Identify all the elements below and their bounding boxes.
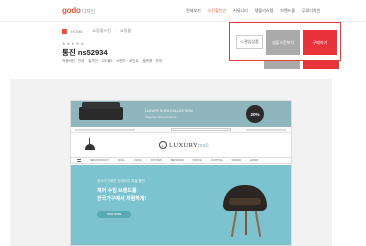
preview-banner-text: LUXURY SOFA COLLECTION <box>145 109 193 113</box>
preview-util-right <box>246 128 286 131</box>
site-logo[interactable]: godo디자인 <box>62 6 95 15</box>
meta-solution: 솔루션 : 고도몰5 <box>88 59 113 63</box>
preview-hero: 한국가구대전 인테리어 특별 할인 체어 수입 브랜드를 한국가구에서 저렴하게… <box>71 165 291 245</box>
skin-preview[interactable]: LUXURY SOFA COLLECTION Premium living fu… <box>70 100 292 246</box>
breadcrumb: HOME › 쇼핑몰스킨 › 쇼핑몰 <box>62 28 131 34</box>
top-header: godo디자인 전체보기 스킨할인인 커뮤니티 템플리스템 브랜드몰 무료디자인 <box>0 0 366 22</box>
buy-button-shadow <box>303 61 339 69</box>
meta-version: 적용버전 : 전체 <box>62 59 85 63</box>
preview-menu-item: OFFICE <box>192 159 202 162</box>
nav-item-all[interactable]: 전체보기 <box>186 8 201 14</box>
bookmark-button[interactable]: ☆관심상품 <box>236 35 263 49</box>
logo-main-text: godo <box>62 6 81 15</box>
preview-menu-item: LIVING <box>133 159 142 162</box>
nav-item-brand[interactable]: 브랜드몰 <box>280 8 295 14</box>
hero-line-2: 체어 수입 브랜드를 <box>97 188 137 194</box>
product-meta: 적용버전 : 전체 솔루션 : 고도몰5 브랜드 : 포인트 플랫폼 : 전체 <box>62 59 162 64</box>
main-nav: 전체보기 스킨할인인 커뮤니티 템플리스템 브랜드몰 무료디자인 <box>186 8 320 14</box>
preview-logo: L LUXURYmall <box>159 141 209 149</box>
breadcrumb-item[interactable]: 쇼핑몰스킨 <box>92 28 110 34</box>
preview-menu-item: LIGHTING <box>210 159 223 162</box>
preview-logo-mark: L <box>159 141 167 149</box>
menu-icon <box>77 159 81 162</box>
breadcrumb-separator: › <box>114 28 117 34</box>
sample-skin-button[interactable]: 샘플스킨보기 <box>266 30 300 55</box>
nav-item-template[interactable]: 템플리스템 <box>255 8 273 14</box>
hero-button: VIEW MORE <box>97 211 131 218</box>
nav-item-free[interactable]: 무료디자인 <box>302 8 320 14</box>
nav-item-community[interactable]: 커뮤니티 <box>233 8 248 14</box>
preview-logo-text: LUXURYmall <box>169 141 209 149</box>
preview-util-bar <box>71 127 291 133</box>
chair-leg <box>254 211 262 237</box>
preview-search-box <box>171 128 231 131</box>
sofa-image <box>79 102 123 120</box>
preview-logo-row: L LUXURYmall <box>71 134 291 156</box>
chair-leg <box>230 211 238 237</box>
preview-top-banner: LUXURY SOFA COLLECTION Premium living fu… <box>71 101 291 127</box>
preview-menu-item: BEDROOM <box>170 159 184 162</box>
preview-util-links <box>75 128 135 131</box>
breadcrumb-item[interactable]: 쇼핑몰 <box>120 28 131 34</box>
preview-banner-subtext: Premium living furniture <box>145 115 177 119</box>
preview-menu: NEW PRODUCT SOFA LIVING KITCHEN BEDROOM … <box>71 157 291 164</box>
discount-badge: 20% <box>246 105 264 123</box>
nav-item-skin[interactable]: 스킨할인인 <box>208 8 226 14</box>
hero-line-3: 한국가구에서 저렴하게! <box>97 196 147 202</box>
buy-button[interactable]: 구매하기 <box>303 30 337 55</box>
chair-leg <box>245 211 247 235</box>
breadcrumb-item[interactable]: HOME <box>71 29 83 34</box>
product-title: 통진 ns52934 <box>62 48 108 57</box>
action-buttons-highlight: ☆관심상품 샘플스킨보기 구매하기 <box>229 22 341 61</box>
preview-menu-item: NEW PRODUCT <box>90 159 109 162</box>
home-icon[interactable] <box>62 28 67 34</box>
preview-menu-item: EVENT <box>250 159 259 162</box>
rating-stars: ★★★★★ <box>62 41 85 46</box>
breadcrumb-separator: › <box>87 28 89 34</box>
preview-menu-item: SOFA <box>117 159 125 162</box>
meta-brand: 브랜드 : 포인트 <box>116 59 139 63</box>
lamp-icon <box>85 138 95 152</box>
hero-line-1: 한국가구대전 인테리어 특별 할인 <box>97 179 145 183</box>
meta-platform: 플랫폼 : 전체 <box>142 59 162 63</box>
preview-menu-item: KITCHEN <box>150 159 162 162</box>
sample-skin-button-shadow <box>264 61 300 69</box>
logo-sub-text: 디자인 <box>81 9 95 15</box>
chair-image <box>223 185 267 211</box>
preview-menu-item: DESIGN <box>231 159 242 162</box>
